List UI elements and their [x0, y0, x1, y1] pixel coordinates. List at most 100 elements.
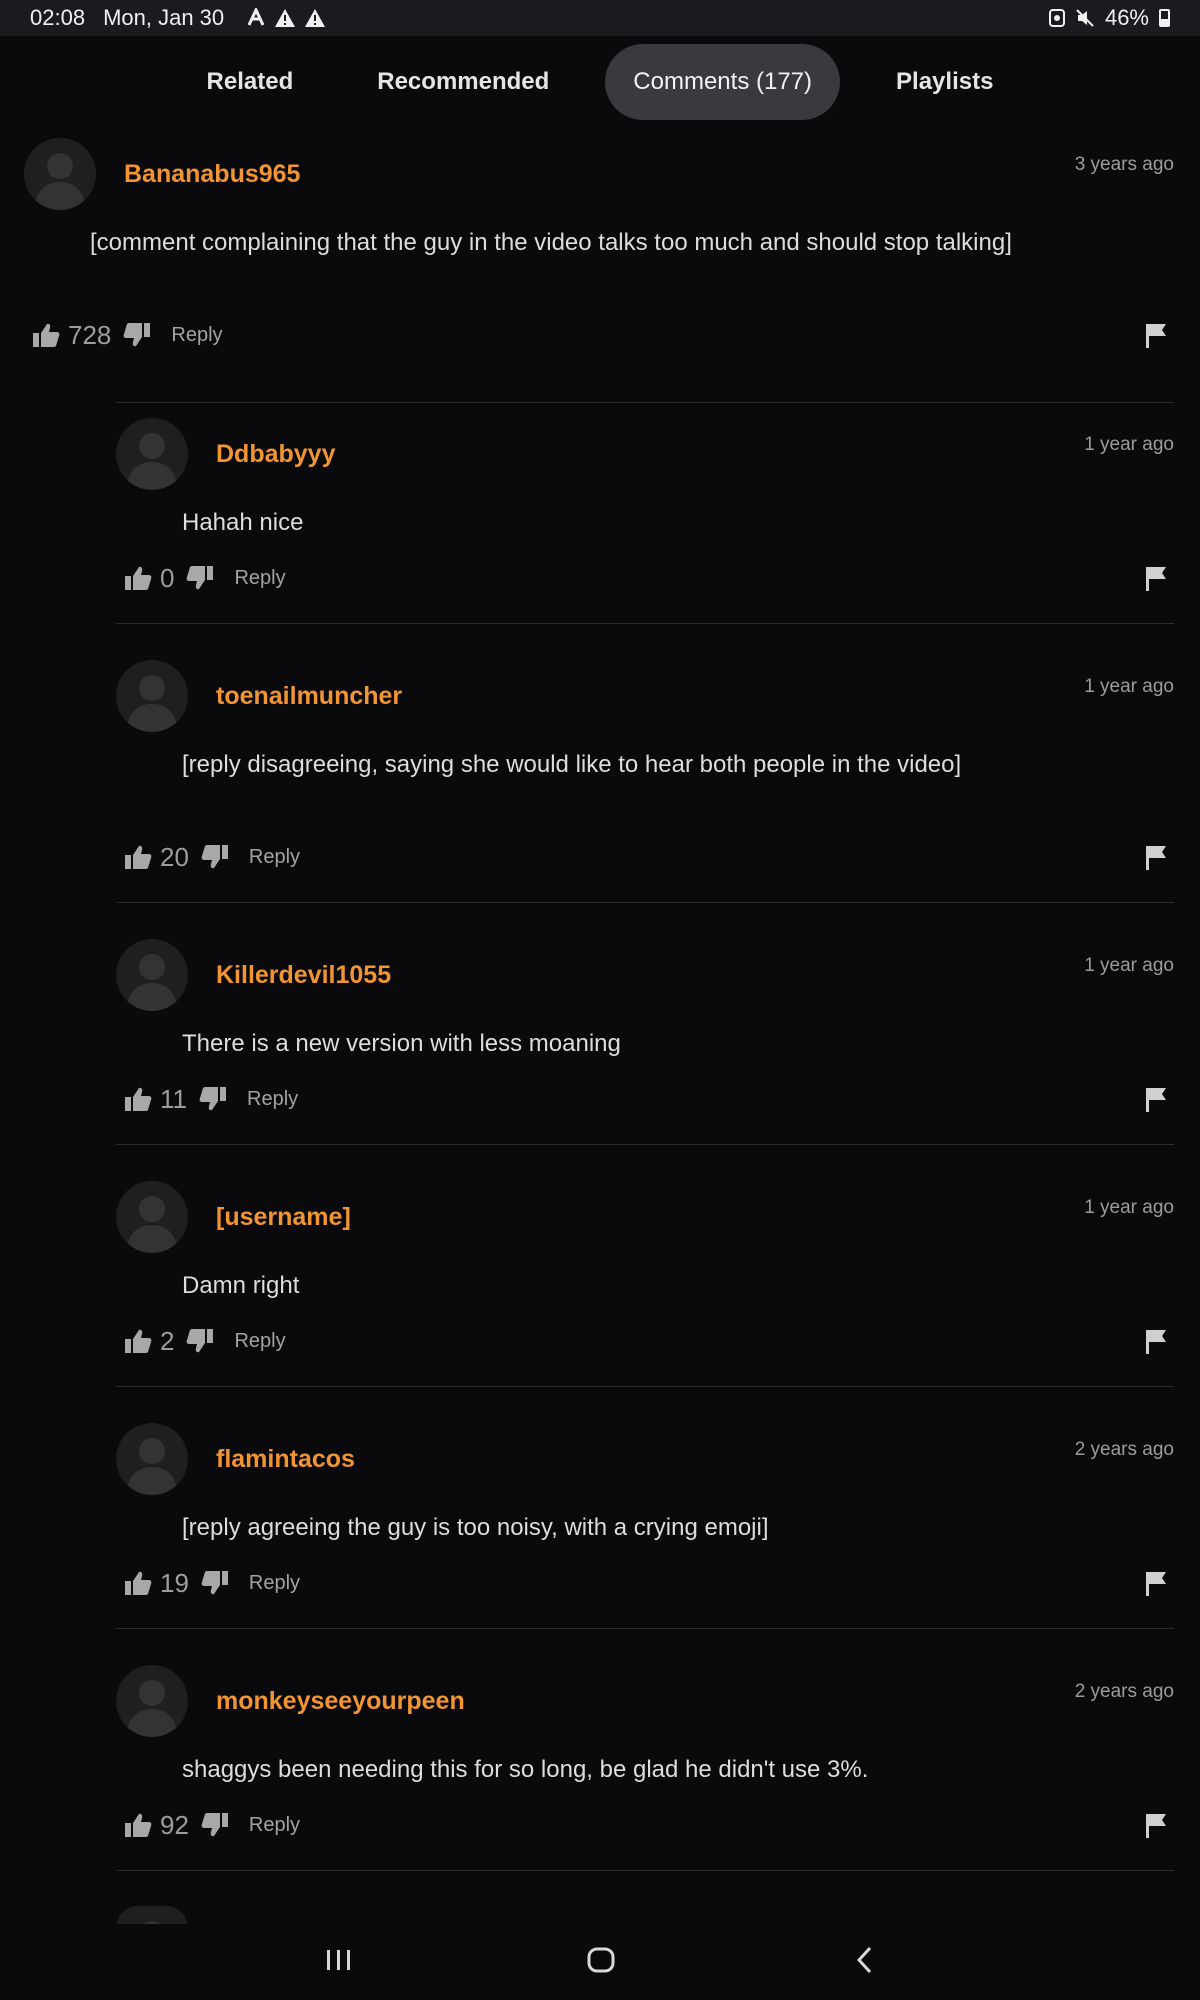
comment-actions: 19 Reply — [124, 1566, 1174, 1600]
avatar[interactable] — [116, 939, 188, 1011]
reply-button[interactable]: Reply — [247, 1088, 298, 1111]
comment-actions: 20 Reply — [124, 840, 1174, 874]
like-icon[interactable] — [124, 564, 152, 592]
comment-divider — [116, 623, 1174, 624]
comment-text: shaggys been needing this for so long, b… — [182, 1756, 869, 1783]
dislike-icon[interactable] — [186, 564, 214, 592]
comment-text: Damn right — [182, 1272, 300, 1299]
dislike-icon[interactable] — [199, 1085, 227, 1113]
comment-timestamp: 1 year ago — [1084, 1197, 1174, 1218]
reply-button[interactable]: Reply — [249, 846, 300, 869]
recent-apps-icon[interactable] — [324, 1944, 354, 1976]
reply-comment: toenailmuncher 1 year ago [reply disagreei… — [116, 660, 1174, 880]
comment-timestamp: 1 year ago — [1084, 434, 1174, 455]
comment: Bananabus965 3 years ago [comment complain… — [24, 138, 1174, 358]
like-count: 11 — [160, 1083, 187, 1114]
nfc-icon — [1048, 9, 1065, 27]
flag-icon[interactable] — [1144, 1328, 1168, 1354]
reply-button[interactable]: Reply — [249, 1814, 300, 1837]
tab-related[interactable]: Related — [179, 44, 322, 120]
like-count: 728 — [68, 319, 112, 350]
status-bar: 02:08 Mon, Jan 30 46% — [0, 0, 1200, 36]
comment-divider — [116, 402, 1174, 403]
comment-text: [reply agreeing the guy is too noisy, wi… — [182, 1514, 769, 1541]
comment-text: Hahah nice — [182, 509, 304, 536]
like-count: 2 — [160, 1325, 175, 1356]
dislike-icon[interactable] — [201, 843, 229, 871]
like-count: 19 — [160, 1567, 189, 1598]
comment-divider — [116, 1628, 1174, 1629]
like-icon[interactable] — [32, 321, 60, 349]
navigation-bar — [0, 1924, 1200, 2000]
dislike-icon[interactable] — [123, 321, 151, 349]
comment-username[interactable]: [username] — [216, 1203, 351, 1232]
warning-icon — [305, 9, 326, 27]
like-count: 0 — [160, 562, 175, 593]
comment-timestamp: 3 years ago — [1074, 154, 1174, 175]
flag-icon[interactable] — [1144, 1570, 1168, 1596]
like-icon[interactable] — [124, 1085, 152, 1113]
comment-actions: 92 Reply — [124, 1808, 1174, 1842]
reply-comment: Killerdevil1055 1 year ago There is a new … — [116, 939, 1174, 1122]
comment-divider — [116, 1870, 1174, 1871]
back-icon[interactable] — [850, 1944, 880, 1976]
battery-icon — [1159, 9, 1170, 27]
flag-icon[interactable] — [1144, 322, 1168, 348]
comment-timestamp: 1 year ago — [1084, 676, 1174, 697]
comment-divider — [116, 1144, 1174, 1145]
avatar[interactable] — [24, 138, 96, 210]
mute-icon — [1076, 9, 1094, 27]
like-icon[interactable] — [124, 1569, 152, 1597]
warning-icon — [275, 9, 296, 27]
comment-username[interactable]: flamintacos — [216, 1445, 355, 1474]
dislike-icon[interactable] — [201, 1569, 229, 1597]
reply-button[interactable]: Reply — [249, 1572, 300, 1595]
like-count: 92 — [160, 1809, 189, 1840]
reply-comment: monkeyseeyourpeen 2 years ago shaggys been… — [116, 1665, 1174, 1848]
comment-actions: 0 Reply — [124, 561, 1174, 595]
comment-username[interactable]: toenailmuncher — [216, 682, 402, 711]
comment-username[interactable]: Killerdevil1055 — [216, 961, 391, 990]
status-date: Mon, Jan 30 — [103, 5, 225, 30]
like-icon[interactable] — [124, 843, 152, 871]
home-icon[interactable] — [586, 1944, 616, 1976]
tab-comments[interactable]: Comments (177) — [605, 44, 841, 120]
like-icon[interactable] — [124, 1811, 152, 1839]
comment-timestamp: 1 year ago — [1084, 955, 1174, 976]
comment-timestamp: 2 years ago — [1074, 1681, 1174, 1702]
reply-comment: [username] 1 year ago Damn right 2 Reply — [116, 1181, 1174, 1364]
comment-username[interactable]: Bananabus965 — [124, 160, 300, 189]
tab-recommended[interactable]: Recommended — [349, 44, 577, 120]
like-icon[interactable] — [124, 1327, 152, 1355]
avatar[interactable] — [116, 1423, 188, 1495]
avatar[interactable] — [116, 418, 188, 490]
comment-text: There is a new version with less moaning — [182, 1030, 621, 1057]
avatar[interactable] — [116, 1181, 188, 1253]
avatar[interactable] — [116, 1665, 188, 1737]
comment-actions: 2 Reply — [124, 1324, 1174, 1358]
comment-divider — [116, 902, 1174, 903]
tab-playlists[interactable]: Playlists — [868, 44, 1021, 120]
dislike-icon[interactable] — [186, 1327, 214, 1355]
reply-comment: flamintacos 2 years ago [reply agreeing th… — [116, 1423, 1174, 1606]
comment-actions: 728 Reply — [32, 318, 1174, 352]
comment-divider — [116, 1386, 1174, 1387]
comment-timestamp: 2 years ago — [1074, 1439, 1174, 1460]
comment-username[interactable]: monkeyseeyourpeen — [216, 1687, 465, 1716]
reply-button[interactable]: Reply — [234, 567, 285, 590]
reply-button[interactable]: Reply — [234, 1330, 285, 1353]
reply-button[interactable]: Reply — [171, 324, 222, 347]
comment-username[interactable]: Ddbabyyy — [216, 440, 335, 469]
font-a-icon — [247, 8, 265, 26]
comment-actions: 11 Reply — [124, 1082, 1174, 1116]
tab-bar: Related Recommended Comments (177) Playl… — [0, 44, 1200, 120]
battery-percent: 46% — [1104, 5, 1149, 30]
dislike-icon[interactable] — [201, 1811, 229, 1839]
flag-icon[interactable] — [1144, 1086, 1168, 1112]
like-count: 20 — [160, 841, 189, 872]
flag-icon[interactable] — [1144, 1812, 1168, 1838]
avatar[interactable] — [116, 660, 188, 732]
flag-icon[interactable] — [1144, 565, 1168, 591]
comment-text: [reply disagreeing, saying she would lik… — [182, 751, 962, 778]
flag-icon[interactable] — [1144, 844, 1168, 870]
